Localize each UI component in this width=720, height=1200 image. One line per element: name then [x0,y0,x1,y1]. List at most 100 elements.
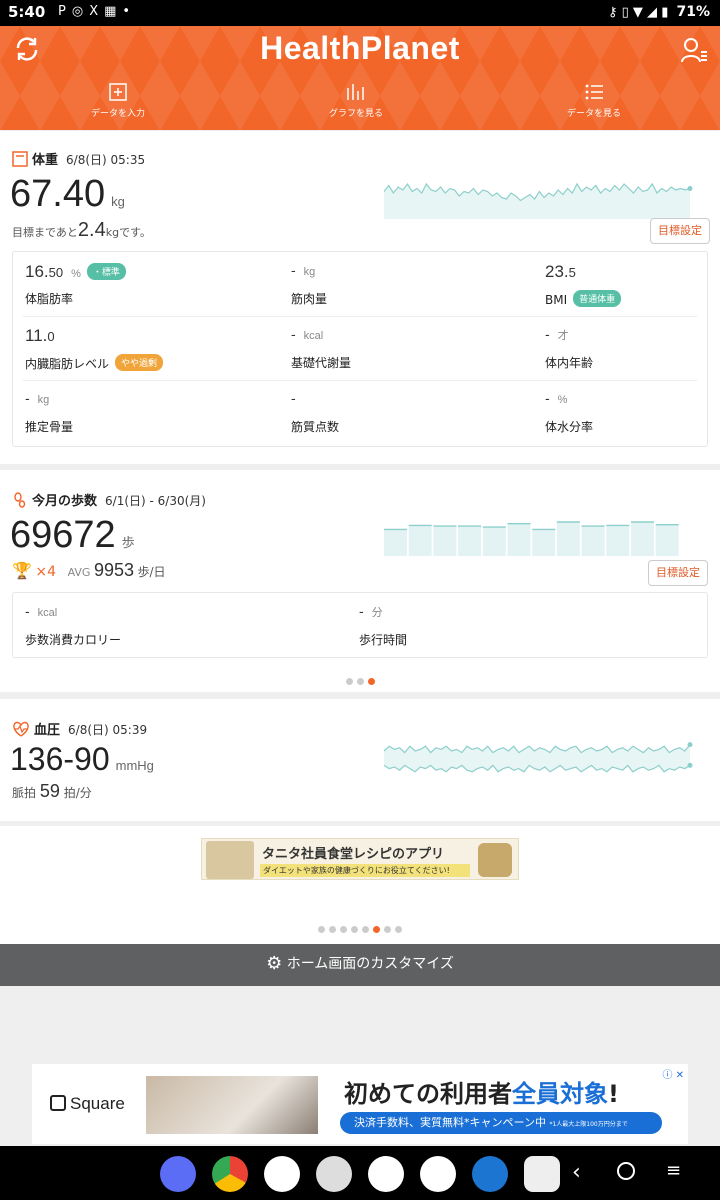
steps-metrics-grid: - kcal 歩数消費カロリー -分 歩行時間 [12,592,708,658]
metric-label: 体水分率 [545,418,593,435]
phone-thumbnail [206,841,254,879]
steps-card[interactable]: 今月の歩数 6/1(日) - 6/30(月) 69672 歩 🏆 ×4 AVG 99… [0,470,720,692]
page-dot[interactable] [384,926,391,933]
metric-value-int: - [291,326,296,342]
metric-label: 筋質点数 [291,418,339,435]
weight-date: 6/8(日) 05:35 [66,153,146,167]
steps-calories-dash: - [25,603,30,619]
ad-choices-icon[interactable]: ⓘ ✕ [662,1066,684,1081]
weight-metrics-grid: 16.50% ・標準 体脂肪率 - kg 筋肉量 23.5 BMI 普通体重 11.0 内臓脂肪レベ… [12,251,708,447]
gear-icon: ⚙ [266,953,283,974]
page-dot-active[interactable] [373,926,380,933]
square-ad[interactable]: Square 初めての利用者全員対象! 決済手数料、実質無料*キャンペーン中 *… [32,1064,688,1144]
ad-headline-prefix: 初めての利用者 [344,1080,512,1108]
ad-sub-suffix: キャンペーン中 [469,1116,546,1129]
banner-title: タニタ社員食堂レシピのアプリ [262,847,445,862]
steps-page-indicator[interactable] [0,670,720,689]
nav-view-graph[interactable]: グラフを見る [276,82,436,119]
chrome-app-icon[interactable] [212,1156,248,1192]
camera-app-icon[interactable] [316,1156,352,1192]
weight-goal-setting-button[interactable]: 目標設定 [650,218,710,244]
page-dot[interactable] [356,678,364,685]
gallery-app-icon[interactable] [368,1156,404,1192]
heartbeat-icon [13,721,29,737]
page-dot[interactable] [345,678,353,685]
steps-bar-chart[interactable] [384,510,680,556]
goal-prefix: 目標まであと [12,226,78,239]
metric-value-dec: 5 [568,265,576,280]
goal-unit: kg [105,226,120,239]
scale-icon [12,151,28,167]
square-brand: Square [70,1094,125,1113]
walking-time-value: -分 [359,603,383,620]
recipe-app-banner[interactable]: タニタ社員食堂レシピのアプリ ダイエットや家族の健康づくりにお役立てください! [201,838,519,880]
account-settings-icon[interactable] [680,36,708,64]
banner-page-indicator[interactable] [0,918,720,937]
nav-input-data[interactable]: データを入力 [38,82,198,119]
weight-title-label: 体重 [32,153,59,168]
app-header: HealthPlanet データを入力 グラフを見る データを見る [0,26,720,130]
page-dot[interactable] [329,926,336,933]
metric-unit: % [71,268,81,280]
maps-app-icon[interactable] [420,1156,456,1192]
battery-level: 71% [676,4,710,20]
footprint-icon [14,492,26,508]
steps-bar [408,525,432,556]
page-dot[interactable] [362,926,369,933]
steps-calories-unit: kcal [37,607,58,619]
key-icon: ⚷ [607,5,618,20]
steps-bar [482,527,506,556]
ad-sub-text: 決済手数料、実質無料 [354,1116,464,1129]
page-dot[interactable] [318,926,325,933]
walking-time-label: 歩行時間 [359,633,408,647]
back-icon[interactable]: ‹ [572,1160,581,1185]
messages-app-icon[interactable] [160,1156,196,1192]
weight-metric-cell: - kg 推定骨量 [13,380,245,442]
pulse-row: 脈拍 59 拍/分 [12,781,92,802]
steps-bar [581,526,605,556]
bp-value-number: 136-90 [10,741,110,777]
system-icons: ⚷ ▯ ▼ ◢ ▮ 71% [608,4,710,20]
page-dot[interactable] [351,926,358,933]
weight-metric-cell: - kg 筋肉量 [279,252,511,314]
weight-value-int: 67. [10,173,63,215]
steps-calories-value: - kcal [25,603,57,619]
weight-goal-remaining: 目標まであと2.4kgです。 [12,219,151,242]
steps-bar [655,524,679,556]
metric-label-text: 体内年齢 [545,356,594,370]
notification-icon-4: ▦ [104,4,123,19]
settings-app-icon[interactable] [472,1156,508,1192]
app-drawer-icon[interactable] [524,1156,560,1192]
recents-icon[interactable]: ≡ [666,1160,681,1181]
weight-metric-cell: - 筋質点数 [279,380,511,442]
steps-bar [606,525,630,556]
page-dot-active[interactable] [367,678,375,685]
status-badge: 普通体重 [573,290,622,307]
weight-sparkline[interactable] [384,169,696,219]
weight-metric-cell: 23.5 BMI 普通体重 [533,252,720,314]
metric-label: 内臓脂肪レベル やや過剰 [25,354,164,372]
notification-icon-5: • [122,4,137,19]
page-dot[interactable] [395,926,402,933]
weight-metric-cell: 11.0 内臓脂肪レベル やや過剰 [13,316,245,378]
nav-view-data[interactable]: データを見る [514,82,674,119]
photos-app-icon[interactable] [264,1156,300,1192]
steps-bar [458,526,482,556]
steps-bar [507,523,531,556]
metric-value-int: 16. [25,262,49,281]
metric-label-text: 推定骨量 [25,420,74,434]
steps-goal-setting-button[interactable]: 目標設定 [648,560,708,586]
pulse-label: 脈拍 [12,786,37,800]
metric-label: 推定骨量 [25,418,73,435]
metric-label-text: 内臓脂肪レベル [25,357,110,371]
weight-value: 67.40 kg [10,173,125,216]
bp-chart[interactable] [384,739,696,781]
metric-value: 23.5 [545,262,584,282]
metric-unit: % [557,394,568,406]
page-dot[interactable] [340,926,347,933]
home-icon[interactable] [617,1162,635,1180]
customize-home-button[interactable]: ⚙ ホーム画面のカスタマイズ [0,944,720,986]
blood-pressure-card[interactable]: 血圧 6/8(日) 05:39 136-90 mmHg 脈拍 59 拍/分 [0,699,720,821]
square-logo: Square [50,1094,125,1114]
weight-card[interactable]: 体重 6/8(日) 05:35 67.40 kg 目標まであと2.4kgです。 目標… [0,131,720,464]
